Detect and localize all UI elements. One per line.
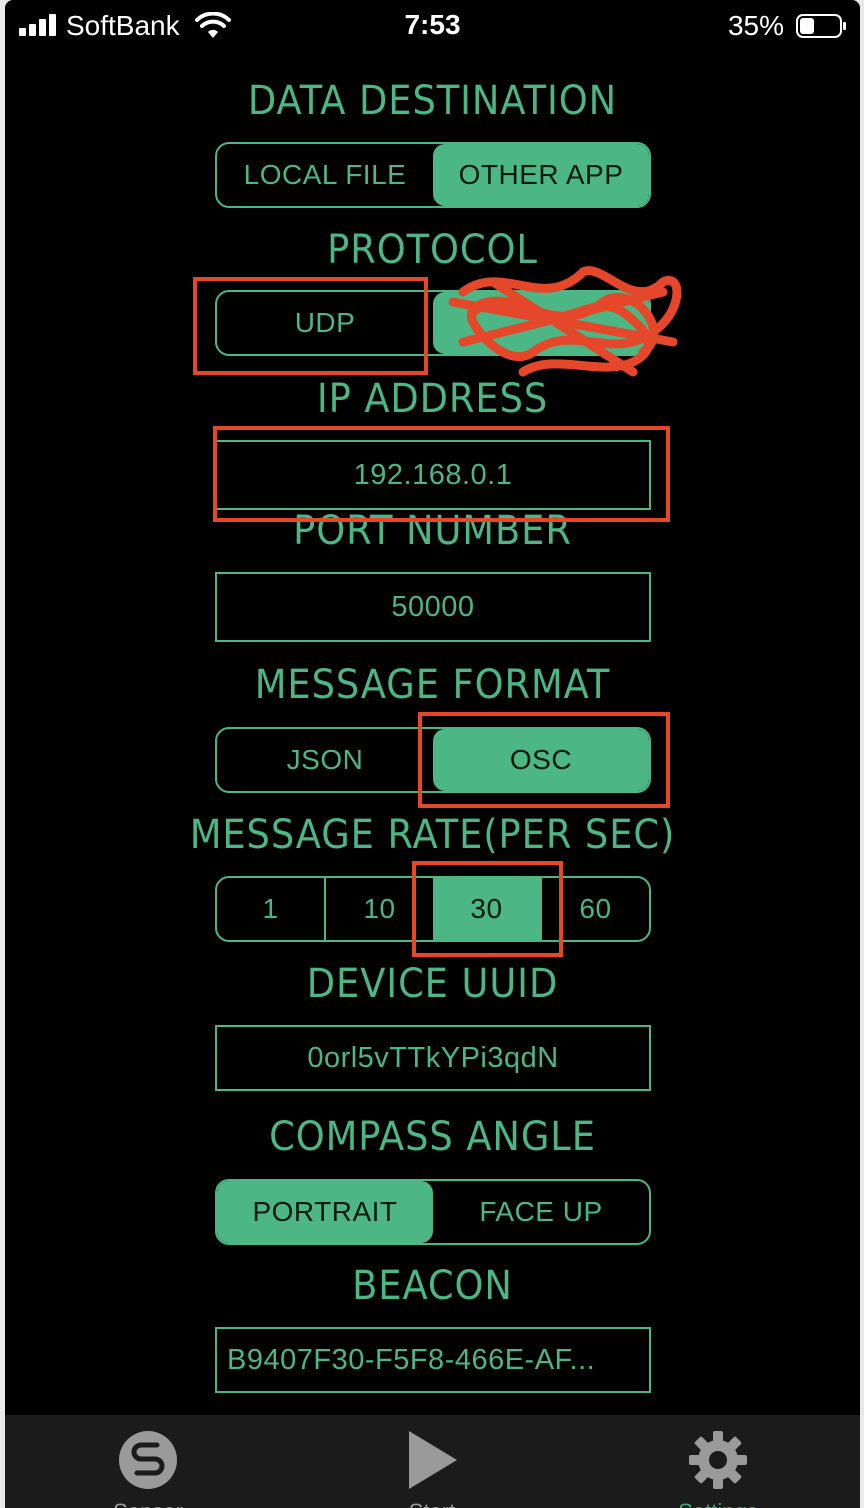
tab-settings[interactable]: Settings — [648, 1415, 788, 1508]
data-destination-segmented: LOCAL FILE OTHER APP — [215, 142, 651, 208]
heading-data-destination: DATA DESTINATION — [247, 78, 618, 124]
segment-portrait[interactable]: PORTRAIT — [217, 1181, 433, 1243]
heading-ip-address: IP ADDRESS — [316, 376, 549, 422]
tab-start-label: Start — [362, 1499, 502, 1508]
play-icon — [409, 1431, 457, 1489]
beacon-field[interactable]: B9407F30-F5F8-466E-AF... — [215, 1327, 651, 1393]
heading-compass-angle: COMPASS ANGLE — [269, 1114, 596, 1160]
heading-device-uuid: DEVICE UUID — [306, 961, 559, 1007]
tab-sensor-label: Sensor — [78, 1499, 218, 1508]
segment-other-app[interactable]: OTHER APP — [433, 144, 649, 206]
port-number-field[interactable]: 50000 — [215, 572, 651, 642]
heading-message-format: MESSAGE FORMAT — [254, 662, 611, 708]
segment-json[interactable]: JSON — [217, 729, 433, 791]
battery-icon — [796, 14, 846, 38]
segment-rate-1[interactable]: 1 — [217, 878, 324, 940]
phone-screen: SoftBank 7:53 35% DATA DESTINATION LOCAL… — [5, 0, 860, 1508]
annotation-box-osc — [418, 712, 670, 808]
tab-bar: Sensor Start — [5, 1415, 860, 1508]
battery-percent: 35% — [727, 10, 784, 41]
heading-beacon: BEACON — [352, 1263, 513, 1309]
segment-face-up[interactable]: FACE UP — [433, 1181, 649, 1243]
redaction-scribble — [448, 266, 682, 377]
tab-sensor[interactable]: Sensor — [78, 1415, 218, 1508]
annotation-box-ip — [213, 426, 670, 522]
tab-start[interactable]: Start — [362, 1415, 502, 1508]
segment-local-file[interactable]: LOCAL FILE — [217, 144, 433, 206]
device-uuid-field[interactable]: 0orl5vTTkYPi3qdN — [215, 1025, 651, 1091]
annotation-box-udp — [193, 277, 428, 375]
annotation-box-rate — [412, 861, 563, 957]
compass-angle-segmented: PORTRAIT FACE UP — [215, 1179, 651, 1245]
tab-settings-label: Settings — [648, 1499, 788, 1508]
sensor-icon — [119, 1431, 177, 1489]
heading-message-rate: MESSAGE RATE(PER SEC) — [189, 812, 676, 858]
gear-icon — [689, 1431, 747, 1489]
status-bar: SoftBank 7:53 35% — [5, 0, 860, 56]
